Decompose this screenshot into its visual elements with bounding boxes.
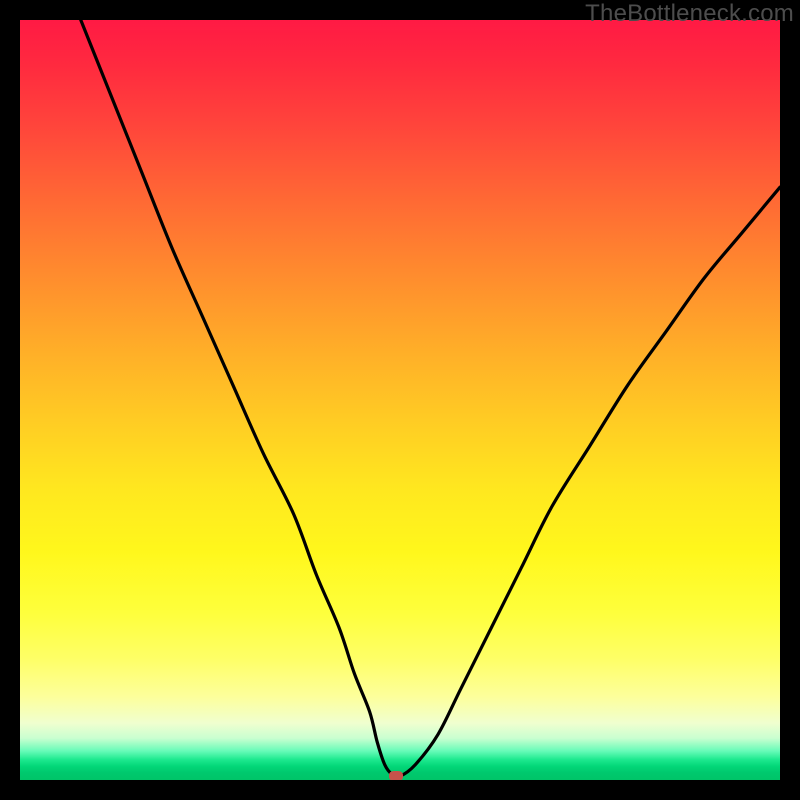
watermark-text: TheBottleneck.com bbox=[585, 0, 794, 28]
bottleneck-curve bbox=[20, 20, 780, 780]
chart-frame: TheBottleneck.com bbox=[0, 0, 800, 800]
plot-area bbox=[20, 20, 780, 780]
minimum-marker bbox=[389, 771, 403, 780]
